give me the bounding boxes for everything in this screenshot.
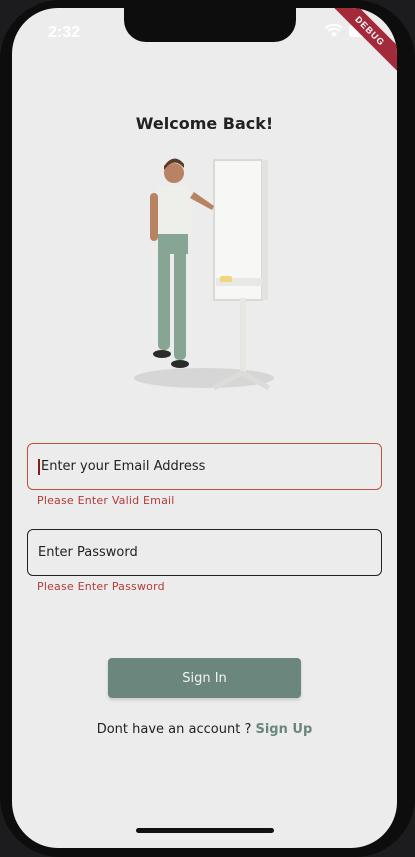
- text-caret: [38, 458, 40, 475]
- sign-in-button[interactable]: Sign In: [108, 658, 301, 698]
- email-placeholder: Enter your Email Address: [41, 459, 206, 474]
- notch: [124, 8, 296, 42]
- phone-frame: 2:32 DEBUG Welcome Back! Enter your Emai…: [0, 0, 415, 857]
- sign-up-link[interactable]: Sign Up: [255, 722, 312, 737]
- home-indicator[interactable]: [136, 828, 274, 833]
- teacher-whiteboard-illustration: [134, 158, 274, 391]
- email-error-message: Please Enter Valid Email: [37, 494, 175, 507]
- password-placeholder: Enter Password: [38, 545, 138, 560]
- page-title: Welcome Back!: [135, 114, 274, 133]
- email-input[interactable]: Enter your Email Address: [27, 443, 382, 490]
- password-input[interactable]: Enter Password: [27, 529, 382, 576]
- status-time: 2:32: [48, 24, 81, 41]
- signup-prompt: Dont have an account ?: [96, 722, 252, 737]
- debug-banner: DEBUG: [324, 8, 397, 77]
- password-error-message: Please Enter Password: [37, 580, 165, 593]
- signup-row: Dont have an account ? Sign Up: [12, 722, 397, 737]
- app-screen: 2:32 DEBUG Welcome Back! Enter your Emai…: [12, 8, 397, 848]
- wifi-icon: [325, 24, 343, 37]
